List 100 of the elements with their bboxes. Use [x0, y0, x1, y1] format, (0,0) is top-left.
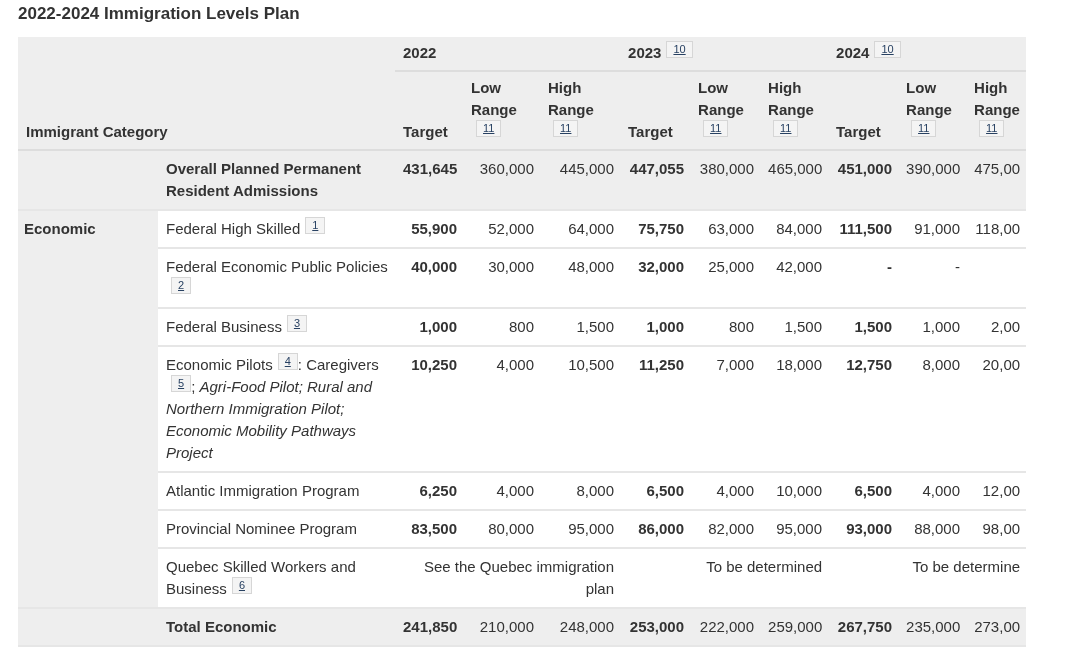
column-header: Low Range — [698, 79, 744, 118]
table-cell: 12,750 — [846, 356, 893, 373]
column-header: High Range — [768, 79, 814, 118]
table-cell: 8,000 — [922, 356, 961, 373]
column-header: Target — [403, 123, 448, 140]
table-cell: 88,000 — [914, 520, 961, 537]
table-cell: - — [955, 258, 961, 275]
table-cell: 83,500 — [411, 520, 457, 537]
table-cell: See the Quebec immigration plan — [423, 558, 615, 597]
table-cell: 2,00 — [990, 318, 1021, 335]
table-cell: 235,000 — [906, 618, 961, 635]
table-cell: 64,000 — [568, 220, 615, 237]
footnote-link[interactable]: 3 — [286, 315, 308, 332]
table-cell: 52,000 — [488, 220, 534, 237]
table-cell: 4,000 — [922, 482, 961, 499]
row-label: Provincial Nominee Program — [166, 520, 357, 537]
table-cell: 82,000 — [708, 520, 755, 537]
table-cell: 12,00 — [982, 482, 1021, 499]
table-cell: 95,000 — [776, 520, 823, 537]
table-cell: 8,000 — [576, 482, 615, 499]
footnote-link[interactable]: 11 — [476, 120, 502, 137]
table-cell: 42,000 — [776, 258, 823, 275]
footnote-link[interactable]: 11 — [773, 120, 799, 137]
table-cell: 248,000 — [559, 618, 615, 635]
table-cell: 10,000 — [776, 482, 823, 499]
column-header: Target — [628, 123, 673, 140]
table-cell: 465,000 — [768, 160, 823, 177]
table-cell: 30,000 — [488, 258, 534, 275]
table-cell: 75,750 — [638, 220, 685, 237]
row-label: Federal Economic Public Policies 2 — [166, 258, 388, 297]
table-cell: 55,900 — [411, 220, 457, 237]
table-cell: 259,000 — [768, 618, 823, 635]
table-cell: 48,000 — [568, 258, 615, 275]
table-cell: 118,00 — [975, 220, 1021, 237]
table-cell: 800 — [509, 318, 534, 335]
table-cell: 4,000 — [496, 482, 534, 499]
table-cell: 98,00 — [982, 520, 1021, 537]
table-cell: 4,000 — [716, 482, 755, 499]
table-cell: 390,000 — [906, 160, 961, 177]
row-label: Total Economic — [166, 618, 277, 635]
footnote-link[interactable]: 11 — [979, 120, 1005, 137]
footnote-link[interactable]: 11 — [703, 120, 729, 137]
table-cell: 1,000 — [646, 318, 685, 335]
table-cell: 273,00 — [974, 618, 1021, 635]
table-cell: 32,000 — [638, 258, 685, 275]
table-cell: 253,000 — [629, 618, 685, 635]
footnote-link[interactable]: 5 — [171, 375, 192, 392]
footnote-link[interactable]: 2 — [171, 277, 192, 294]
table-cell: 11,250 — [639, 356, 685, 373]
footnote-link[interactable]: 6 — [231, 577, 252, 594]
table-cell: 10,250 — [411, 356, 457, 373]
table-cell: 1,500 — [576, 318, 615, 335]
table-cell: 93,000 — [846, 520, 893, 537]
table-cell: 7,000 — [716, 356, 755, 373]
table-cell: 84,000 — [776, 220, 823, 237]
footnote-link[interactable]: 11 — [553, 120, 579, 137]
table-cell: 431,645 — [403, 160, 458, 177]
table-cell: 222,000 — [699, 618, 755, 635]
table-cell: 6,250 — [419, 482, 457, 499]
table-cell: 267,750 — [837, 618, 893, 635]
footnote-link[interactable]: 1 — [305, 217, 326, 234]
table-cell: 40,000 — [411, 258, 457, 275]
table-cell: - — [887, 258, 893, 275]
table-cell: 95,000 — [568, 520, 615, 537]
footnote-link[interactable]: 11 — [911, 120, 937, 137]
footnote-link[interactable]: 4 — [277, 353, 298, 370]
table-cell: 1,000 — [922, 318, 961, 335]
table-cell: 6,500 — [854, 482, 893, 499]
table-cell: 210,000 — [479, 618, 534, 635]
footnote-link[interactable]: 10 — [874, 41, 901, 58]
footnote-link[interactable]: 10 — [666, 41, 693, 58]
row-label: Quebec Skilled Workers and Business 6 — [166, 558, 356, 597]
table-cell: 6,500 — [646, 482, 685, 499]
row-label: Federal Business 3 — [166, 318, 308, 335]
year-header: 2024 — [836, 44, 870, 61]
column-header: High Range — [548, 79, 594, 118]
table-cell: 445,000 — [559, 160, 615, 177]
table-cell: 91,000 — [914, 220, 961, 237]
table-cell: 800 — [729, 318, 755, 335]
year-header: 2022 — [403, 44, 437, 61]
table-cell: 1,500 — [854, 318, 893, 335]
table-cell: 80,000 — [488, 520, 534, 537]
table-cell: 4,000 — [496, 356, 534, 373]
column-header: Immigrant Category — [26, 123, 168, 140]
category-label: Economic — [24, 220, 96, 237]
table-cell: 1,500 — [784, 318, 823, 335]
table-cell: To be determine — [912, 558, 1021, 575]
table-cell: 451,000 — [837, 160, 893, 177]
table-cell: 25,000 — [708, 258, 755, 275]
table-cell: 20,00 — [982, 356, 1021, 373]
table-cell: 63,000 — [708, 220, 755, 237]
row-label: Federal High Skilled 1 — [166, 220, 326, 237]
table-cell: 10,500 — [568, 356, 615, 373]
table-cell: 18,000 — [776, 356, 823, 373]
column-header: Target — [836, 123, 881, 140]
table-cell: 241,850 — [403, 618, 458, 635]
page-title: 2022-2024 Immigration Levels Plan — [18, 3, 301, 25]
table-cell: 360,000 — [479, 160, 534, 177]
table-cell: 380,000 — [699, 160, 755, 177]
table-cell: To be determined — [706, 558, 823, 575]
